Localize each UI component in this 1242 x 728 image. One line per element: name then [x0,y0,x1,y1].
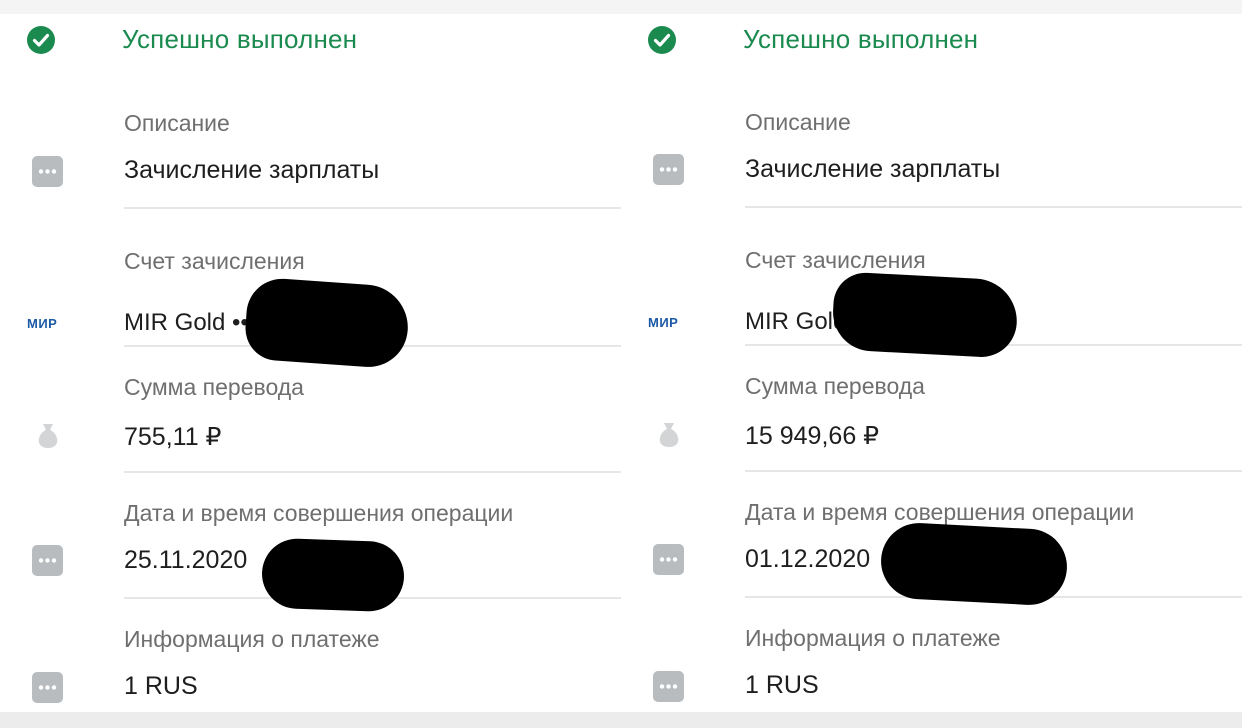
divider [745,470,1242,472]
account-label: Счет зачисления [745,247,926,273]
amount-label: Сумма перевода [745,373,925,399]
description-label: Описание [745,109,851,135]
money-bag-icon [659,423,679,447]
status-text: Успешно выполнен [743,24,979,54]
datetime-value: 25.11.2020 [124,546,248,574]
divider [124,207,621,209]
description-value: Зачисление зарплаты [745,155,1001,183]
amount-value: 755,11 ₽ [124,423,222,451]
account-label: Счет зачисления [124,248,305,274]
check-circle-icon [648,26,676,54]
operation-details-panel: Успешно выполнен Описание Зачисление зар… [621,14,1242,712]
description-label: Описание [124,110,230,136]
amount-value: 15 949,66 ₽ [745,422,880,450]
more-dots-icon [653,154,684,185]
more-dots-icon [653,544,684,575]
datetime-label: Дата и время совершения операции [745,499,1135,525]
redaction-mark [879,521,1069,607]
amount-label: Сумма перевода [124,374,304,400]
redaction-mark [243,276,411,370]
more-dots-icon [32,545,63,576]
mir-card-logo: МИР [27,316,58,331]
money-bag-icon [38,424,58,448]
description-value: Зачисление зарплаты [124,156,380,184]
datetime-label: Дата и время совершения операции [124,500,514,526]
top-strip [0,0,1242,14]
datetime-value: 01.12.2020 [745,545,871,573]
operation-details-panel: Успешно выполнен Описание Зачисление зар… [0,14,621,712]
bottom-strip [0,712,1242,728]
account-value: MIR Gold [745,308,847,335]
redaction-mark [831,271,1019,359]
more-dots-icon [32,156,63,187]
check-circle-icon [27,26,55,54]
payment-info-label: Информация о платеже [124,626,380,652]
account-value: MIR Gold •• [124,309,249,336]
more-dots-icon [653,671,684,702]
more-dots-icon [32,672,63,703]
status-text: Успешно выполнен [122,24,358,54]
payment-info-label: Информация о платеже [745,625,1001,651]
payment-info-value: 1 RUS [124,672,198,700]
payment-info-value: 1 RUS [745,671,819,699]
divider [124,471,621,473]
mir-card-logo: МИР [648,315,679,330]
redaction-mark [260,537,406,613]
divider [745,206,1242,208]
